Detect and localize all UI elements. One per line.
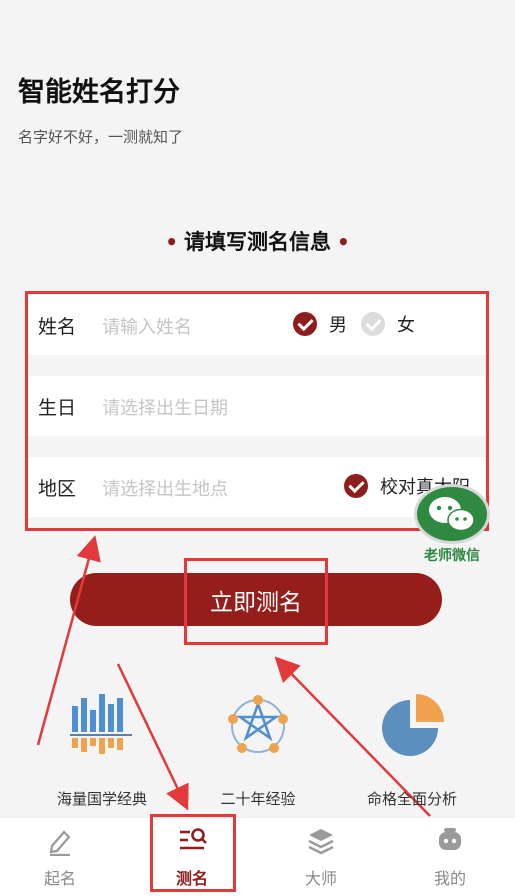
tab-mine[interactable]: 我的 xyxy=(400,818,500,896)
wechat-icon xyxy=(414,484,490,544)
tab-master[interactable]: 大师 xyxy=(271,818,371,896)
section-title: • 请填写测名信息 • xyxy=(0,226,515,256)
birthday-picker[interactable]: 请选择出生日期 xyxy=(102,394,228,420)
tab-label: 起名 xyxy=(43,869,76,888)
bullet-dot: • xyxy=(165,230,178,254)
search-list-icon xyxy=(180,828,207,850)
robot-face-icon xyxy=(439,828,461,850)
name-label: 姓名 xyxy=(38,316,77,338)
birthday-label: 生日 xyxy=(38,397,77,419)
pie-chart-icon xyxy=(382,694,444,756)
tab-label: 我的 xyxy=(433,869,466,888)
name-input[interactable]: 请输入姓名 xyxy=(102,313,192,339)
pen-icon xyxy=(49,830,71,856)
bottom-tab-bar: 起名 测名 大师 我的 xyxy=(0,817,515,896)
tab-label: 大师 xyxy=(304,869,337,888)
birthday-row[interactable]: 生日 请选择出生日期 xyxy=(28,376,486,436)
section-title-text: 请填写测名信息 xyxy=(184,230,331,254)
gender-female-label: 女 xyxy=(397,315,415,336)
feature-label: 海量国学经典 xyxy=(56,790,147,808)
feature-label: 命格全面分析 xyxy=(366,790,457,808)
gender-female-option[interactable]: 女 xyxy=(361,310,415,338)
check-icon xyxy=(344,474,368,498)
teacher-wechat-label: 老师微信 xyxy=(424,548,480,564)
gender-male-label: 男 xyxy=(329,315,347,336)
check-icon xyxy=(361,312,385,336)
gender-male-option[interactable]: 男 xyxy=(293,310,347,338)
teacher-wechat-float-button[interactable]: 老师微信 xyxy=(412,484,492,566)
bar-chart-icon xyxy=(70,694,132,754)
page-subtitle: 名字好不好，一测就知了 xyxy=(18,128,184,146)
check-icon xyxy=(293,312,317,336)
page-title: 智能姓名打分 xyxy=(18,77,180,108)
tab-test-name[interactable]: 测名 xyxy=(142,818,242,896)
layers-icon xyxy=(308,829,334,855)
feature-label: 二十年经验 xyxy=(220,790,296,808)
pentagram-network-icon xyxy=(228,695,288,753)
bullet-dot: • xyxy=(337,230,350,254)
submit-test-name-button[interactable]: 立即测名 xyxy=(70,573,442,626)
region-picker[interactable]: 请选择出生地点 xyxy=(102,475,228,501)
tab-label: 测名 xyxy=(175,869,208,888)
tab-naming[interactable]: 起名 xyxy=(10,818,110,896)
region-label: 地区 xyxy=(38,478,77,500)
name-row: 姓名 请输入姓名 男 女 xyxy=(28,295,486,355)
